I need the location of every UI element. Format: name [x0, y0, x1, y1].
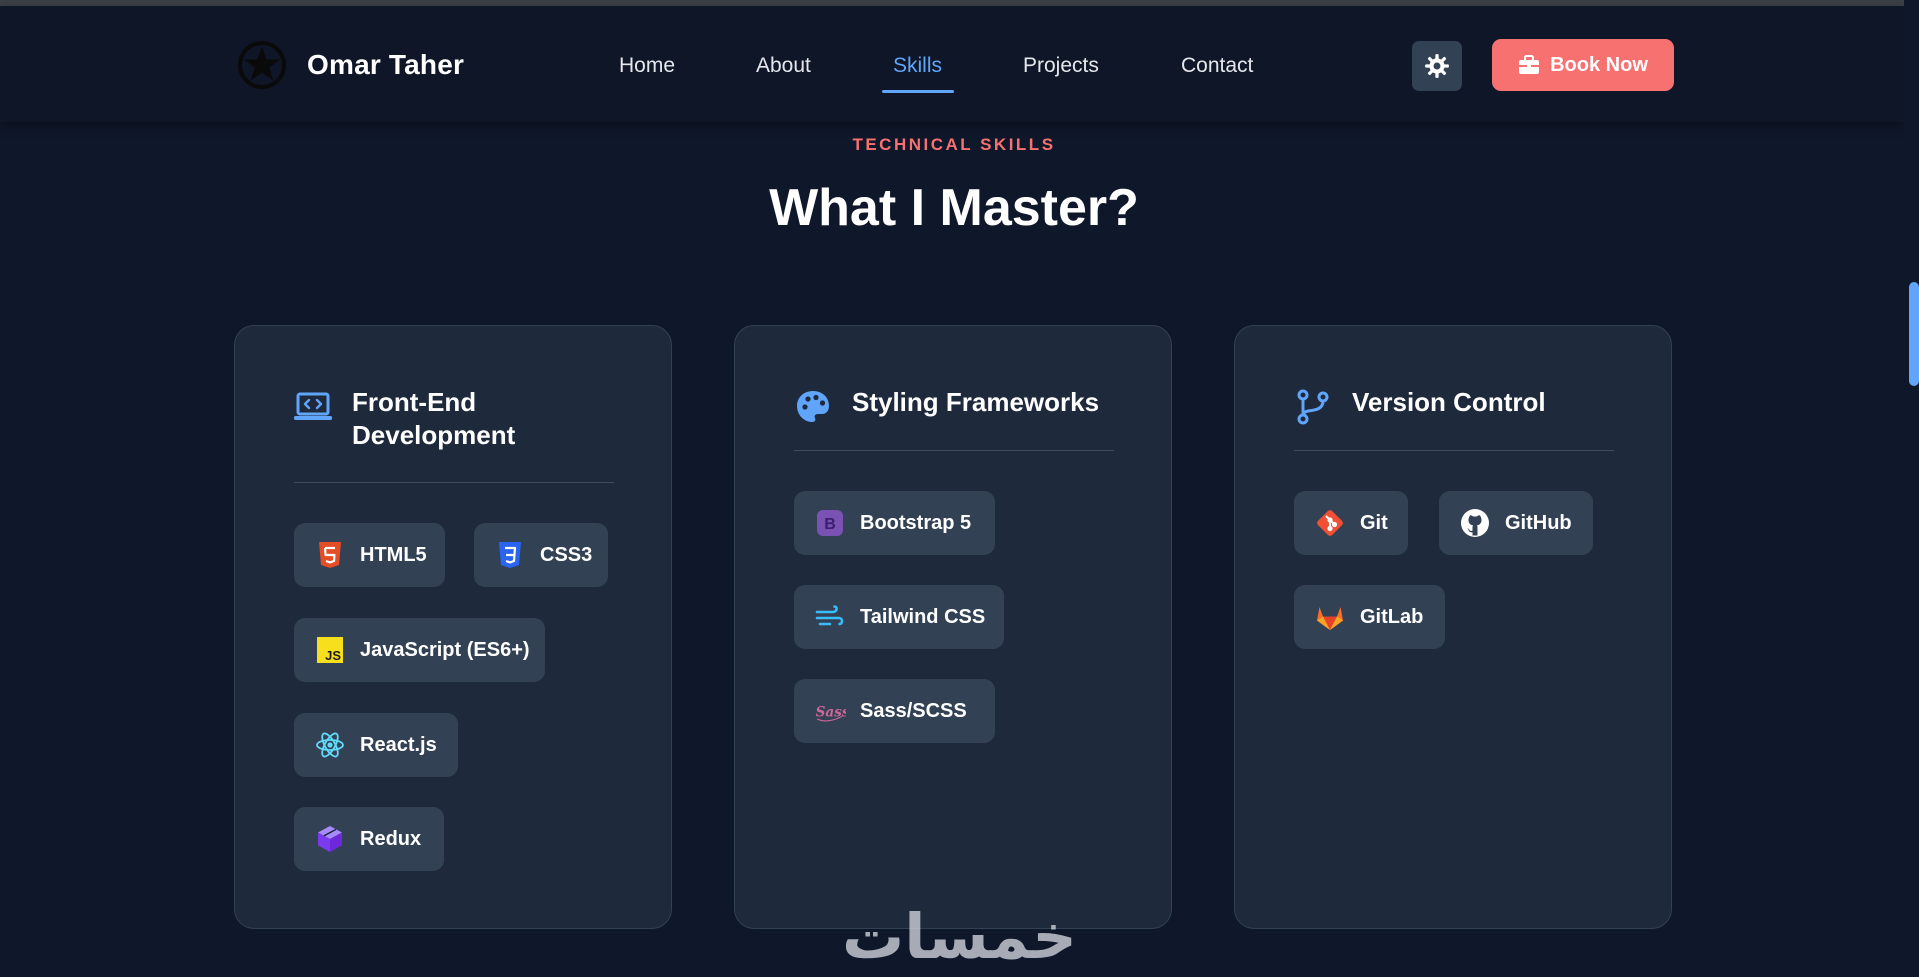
card-title: Front-End Development — [352, 387, 516, 450]
skill-card-frontend: Front-End Development HTML5 CSS3 JS Java… — [234, 325, 672, 929]
skill-label: Bootstrap 5 — [860, 511, 972, 534]
skill-chip-git[interactable]: Git — [1294, 491, 1408, 555]
card-divider — [294, 482, 614, 483]
skill-chip-sass[interactable]: Sass Sass/SCSS — [794, 679, 995, 743]
card-header: Front-End Development — [294, 386, 542, 452]
gitlab-icon — [1317, 607, 1343, 630]
skill-chip-react[interactable]: React.js — [294, 713, 458, 777]
bootstrap-icon: B — [817, 510, 843, 536]
sass-icon: Sass — [816, 705, 846, 722]
card-header: Version Control — [1294, 386, 1546, 426]
skill-chip-tailwind[interactable]: Tailwind CSS — [794, 585, 1004, 649]
css3-icon — [499, 542, 521, 568]
palette-icon — [797, 391, 829, 422]
react-icon — [316, 732, 344, 758]
redux-cube-icon — [318, 826, 342, 852]
nav-link-home[interactable]: Home — [619, 54, 675, 78]
git-icon — [1317, 510, 1343, 536]
book-now-button[interactable]: Book Now — [1492, 39, 1674, 91]
nav-link-contact[interactable]: Contact — [1181, 54, 1253, 78]
skill-label: Git — [1360, 511, 1388, 534]
card-divider — [794, 450, 1114, 451]
skill-chip-gitlab[interactable]: GitLab — [1294, 585, 1445, 649]
active-nav-indicator — [882, 90, 954, 93]
card-divider — [1294, 450, 1614, 451]
skill-card-version-control: Version Control Git GitHub GitLab — [1234, 325, 1672, 929]
skill-label: HTML5 — [360, 543, 427, 566]
card-header: Styling Frameworks — [794, 386, 1099, 426]
skill-chip-html5[interactable]: HTML5 — [294, 523, 445, 587]
skill-card-styling: Styling Frameworks B Bootstrap 5 Tailwin… — [734, 325, 1172, 929]
skill-chip-bootstrap[interactable]: B Bootstrap 5 — [794, 491, 995, 555]
code-branch-icon — [1297, 389, 1329, 425]
skill-label: React.js — [360, 733, 437, 756]
skill-label: Sass/SCSS — [860, 699, 967, 722]
skill-label: CSS3 — [540, 543, 593, 566]
svg-text:JS: JS — [325, 648, 341, 663]
github-icon — [1461, 509, 1489, 537]
theme-toggle-button[interactable] — [1412, 41, 1462, 91]
star-badge-icon — [238, 41, 286, 89]
section-title: What I Master? — [769, 179, 1139, 237]
skill-chip-css3[interactable]: CSS3 — [474, 523, 608, 587]
skill-label: GitLab — [1360, 605, 1424, 628]
brand[interactable]: Omar Taher — [237, 40, 464, 90]
briefcase-icon — [1519, 55, 1540, 74]
watermark-logo: خمسات — [842, 900, 1077, 973]
card-title: Styling Frameworks — [852, 387, 1100, 417]
navbar: Omar Taher Home About Skills Projects Co… — [0, 6, 1904, 122]
scrollbar-thumb[interactable] — [1909, 282, 1919, 386]
skill-chip-javascript[interactable]: JS JavaScript (ES6+) — [294, 618, 545, 682]
svg-text:Sass: Sass — [816, 705, 846, 721]
skill-chip-github[interactable]: GitHub — [1439, 491, 1593, 555]
javascript-icon: JS — [317, 637, 343, 663]
tailwind-wind-icon — [815, 605, 844, 626]
svg-text:B: B — [824, 516, 836, 533]
nav-link-projects[interactable]: Projects — [1023, 54, 1099, 78]
html5-icon — [319, 542, 341, 568]
nav-link-skills[interactable]: Skills — [893, 54, 942, 78]
brand-name: Omar Taher — [307, 49, 465, 80]
skill-label: Redux — [360, 827, 422, 850]
scrollbar-track[interactable] — [1904, 0, 1919, 977]
nav-link-about[interactable]: About — [756, 54, 811, 78]
laptop-code-icon — [294, 392, 332, 420]
book-now-label: Book Now — [1550, 53, 1648, 76]
gear-icon — [1425, 54, 1449, 78]
section-eyebrow: TECHNICAL SKILLS — [852, 135, 1056, 154]
card-title: Version Control — [1352, 387, 1546, 417]
skill-chip-redux[interactable]: Redux — [294, 807, 444, 871]
skill-label: JavaScript (ES6+) — [360, 638, 530, 661]
skill-label: GitHub — [1505, 511, 1572, 534]
skill-label: Tailwind CSS — [860, 605, 986, 628]
